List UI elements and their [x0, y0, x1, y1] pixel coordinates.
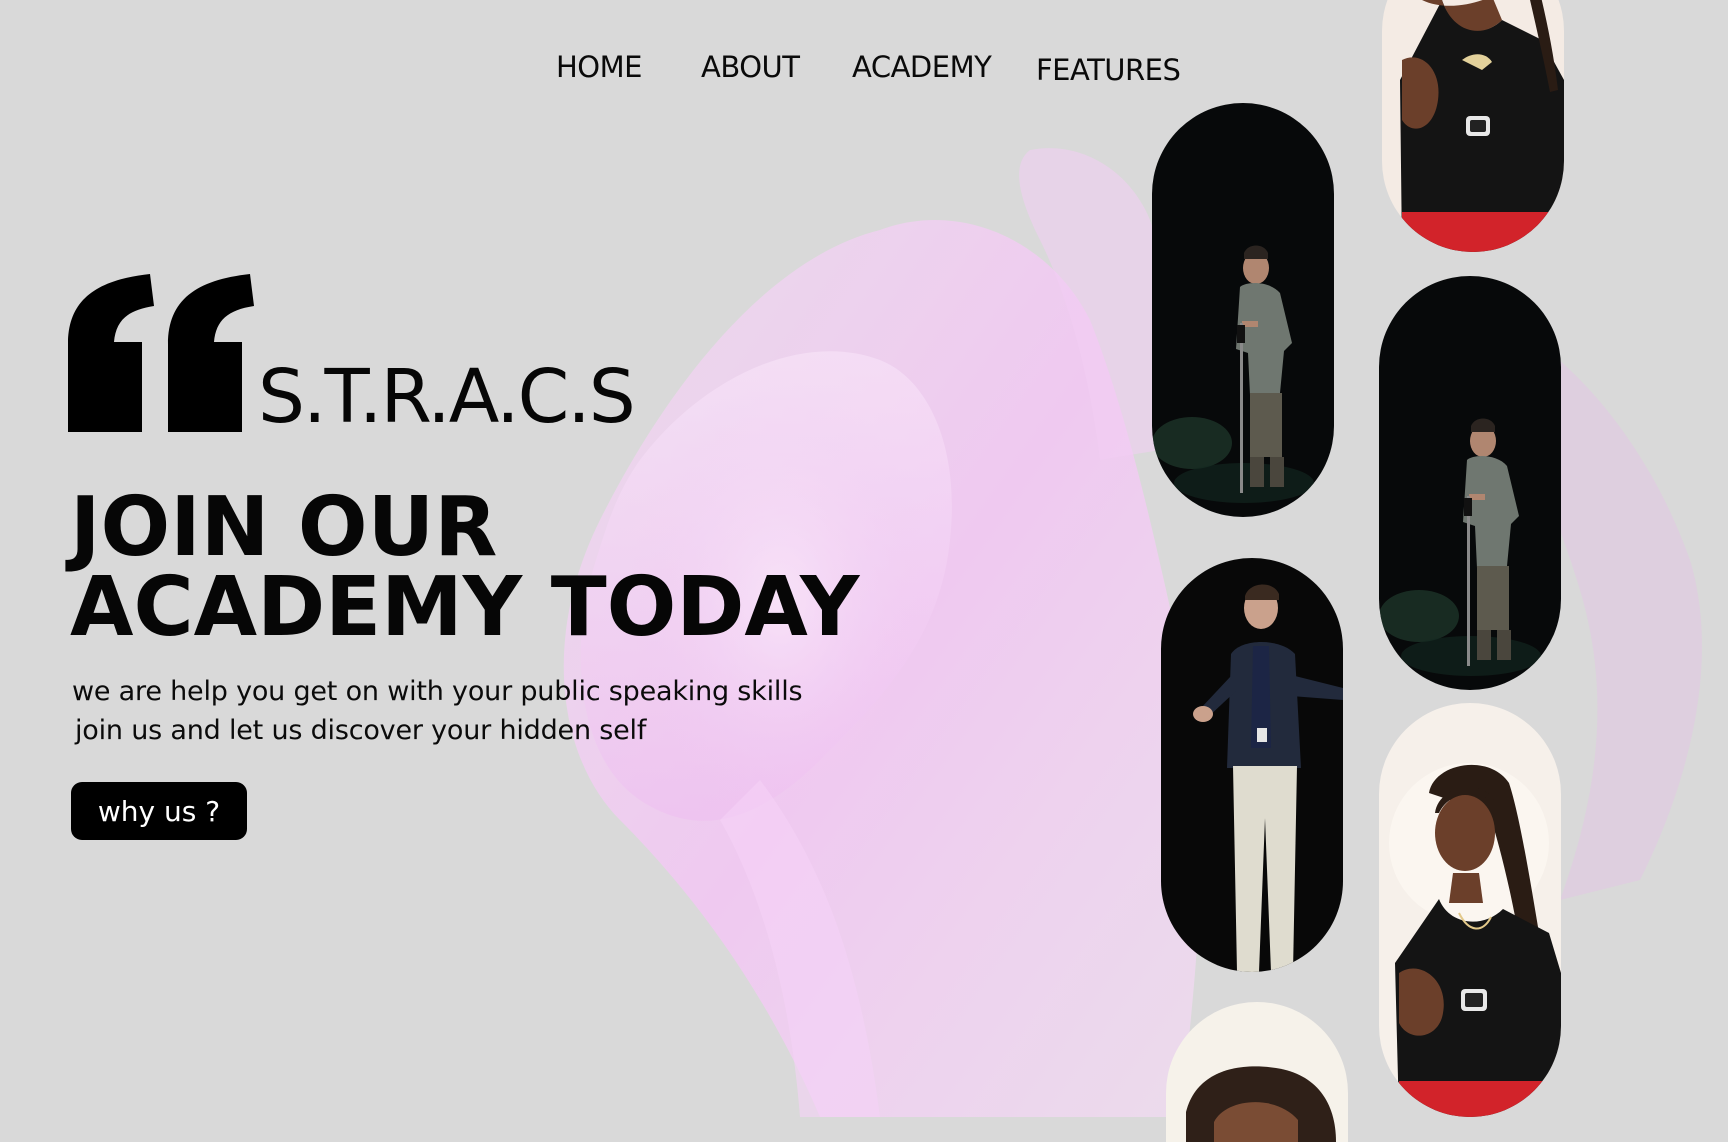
hero-subtitle-line-2: join us and let us discover your hidden … [75, 715, 647, 746]
hero-title-line-2: ACADEMY TODAY [70, 560, 860, 655]
hero-title: JOIN OUR ACADEMY TODAY [70, 480, 860, 655]
speaker-photo-man-stage-2 [1379, 276, 1561, 690]
nav-link-academy[interactable]: ACADEMY [852, 50, 992, 84]
hero-subtitle: we are help you get on with your public … [72, 672, 803, 750]
nav-link-home[interactable]: HOME [556, 50, 642, 84]
hero-title-line-1: JOIN OUR [70, 480, 498, 575]
quote-mark-icon [68, 274, 254, 432]
why-us-button[interactable]: why us ? [71, 782, 247, 840]
speaker-photo-woman-top [1382, 0, 1564, 252]
hero-subtitle-line-1: we are help you get on with your public … [72, 676, 803, 707]
nav-link-features[interactable]: FEATURES [1036, 53, 1181, 87]
nav-link-about[interactable]: ABOUT [701, 50, 800, 84]
speaker-photo-woman [1379, 703, 1561, 1117]
speaker-photo-man-blazer [1161, 558, 1343, 972]
speaker-photo-woman-cropped [1166, 1002, 1348, 1142]
speaker-photo-man-stage [1152, 103, 1334, 517]
brand-name: S.T.R.A.C.S [258, 354, 636, 440]
